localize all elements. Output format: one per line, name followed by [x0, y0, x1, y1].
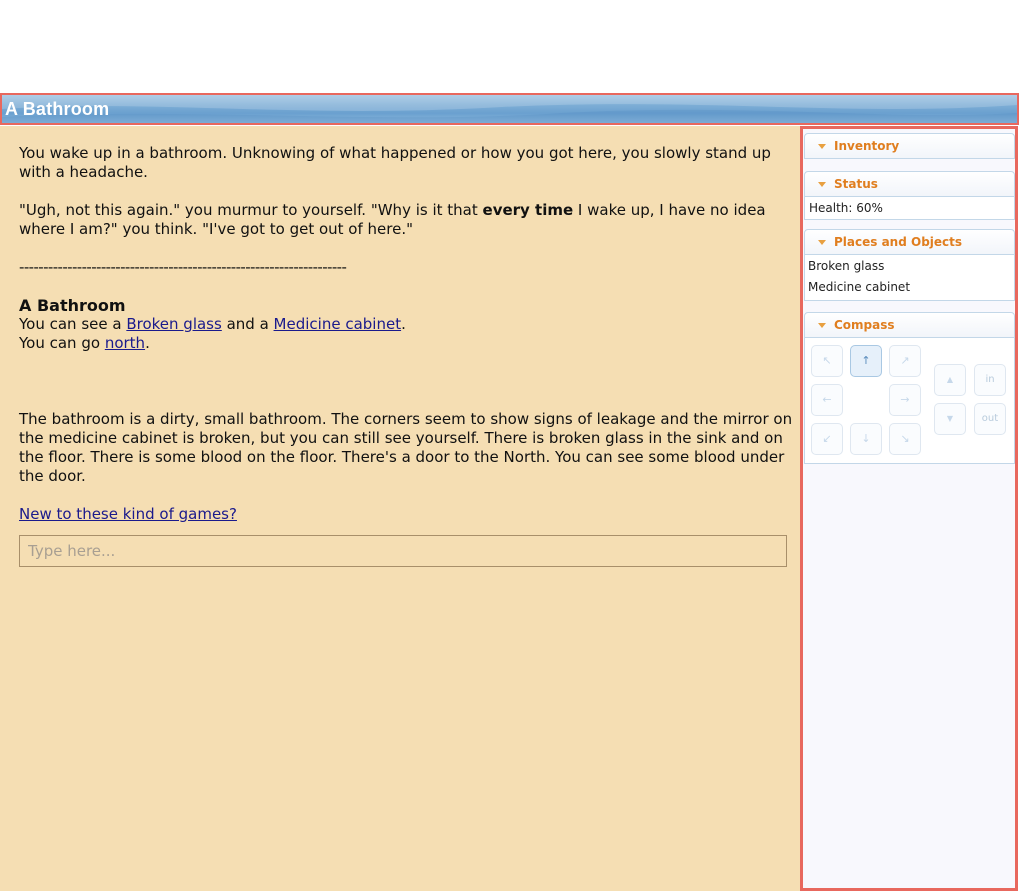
- go-suffix: .: [145, 334, 150, 352]
- compass-body: ↖ ↑ ↗ ← → ↙ ↓ ↘ ▲ in ▼ out: [804, 338, 1015, 464]
- east-arrow-icon[interactable]: →: [889, 384, 921, 416]
- collapse-triangle-icon: [818, 240, 826, 245]
- go-prefix: You can go: [19, 334, 105, 352]
- north-arrow-icon[interactable]: ↑: [850, 345, 882, 377]
- collapse-triangle-icon: [818, 182, 826, 187]
- command-input[interactable]: [19, 535, 787, 567]
- see-prefix: You can see a: [19, 315, 127, 333]
- thought-text-start: "Ugh, not this again." you murmur to you…: [19, 201, 483, 219]
- northwest-arrow-icon[interactable]: ↖: [811, 345, 843, 377]
- west-arrow-icon[interactable]: ←: [811, 384, 843, 416]
- compass-header[interactable]: Compass: [804, 312, 1015, 338]
- status-body: Health: 60%: [804, 197, 1015, 220]
- visible-objects-line: You can see a Broken glass and a Medicin…: [19, 315, 794, 334]
- broken-glass-link[interactable]: Broken glass: [126, 315, 221, 333]
- help-link[interactable]: New to these kind of games?: [19, 505, 237, 523]
- story-panel: You wake up in a bathroom. Unknowing of …: [0, 126, 800, 891]
- places-label: Places and Objects: [834, 235, 963, 249]
- down-arrow-icon[interactable]: ▼: [934, 403, 966, 435]
- page-title: A Bathroom: [5, 99, 110, 119]
- north-exit-link[interactable]: north: [105, 334, 145, 352]
- room-description: The bathroom is a dirty, small bathroom.…: [19, 410, 793, 485]
- thought-paragraph: "Ugh, not this again." you murmur to you…: [19, 201, 794, 239]
- status-label: Status: [834, 177, 878, 191]
- see-suffix: .: [401, 315, 406, 333]
- room-title: A Bathroom: [19, 296, 126, 315]
- panel-spacer: [803, 301, 1015, 312]
- room-block: A Bathroom You can see a Broken glass an…: [19, 296, 794, 353]
- status-header[interactable]: Status: [804, 171, 1015, 197]
- southeast-arrow-icon[interactable]: ↘: [889, 423, 921, 455]
- inventory-header[interactable]: Inventory: [804, 133, 1015, 159]
- sidebar: Inventory Status Health: 60% Places and …: [800, 126, 1018, 891]
- health-status: Health: 60%: [809, 201, 883, 215]
- compass-label: Compass: [834, 318, 895, 332]
- story-text: You wake up in a bathroom. Unknowing of …: [19, 144, 794, 543]
- see-middle: and a: [221, 315, 274, 333]
- collapse-triangle-icon: [818, 323, 826, 328]
- panel-spacer: [803, 220, 1015, 229]
- exits-line: You can go north.: [19, 334, 794, 353]
- up-arrow-icon[interactable]: ▲: [934, 364, 966, 396]
- help-paragraph: New to these kind of games?: [19, 505, 794, 524]
- southwest-arrow-icon[interactable]: ↙: [811, 423, 843, 455]
- inventory-label: Inventory: [834, 139, 900, 153]
- northeast-arrow-icon[interactable]: ↗: [889, 345, 921, 377]
- collapse-triangle-icon: [818, 144, 826, 149]
- list-item[interactable]: Broken glass: [805, 256, 1014, 277]
- title-bar-wave: [2, 95, 1017, 123]
- list-item[interactable]: Medicine cabinet: [805, 277, 1014, 298]
- separator-line: ----------------------------------------…: [19, 258, 347, 276]
- thought-emphasis: every time: [482, 201, 574, 219]
- out-button[interactable]: out: [974, 403, 1006, 435]
- south-arrow-icon[interactable]: ↓: [850, 423, 882, 455]
- panel-spacer: [803, 159, 1015, 171]
- places-header[interactable]: Places and Objects: [804, 229, 1015, 255]
- intro-paragraph: You wake up in a bathroom. Unknowing of …: [19, 144, 771, 181]
- title-bar: A Bathroom: [0, 93, 1019, 125]
- medicine-cabinet-link[interactable]: Medicine cabinet: [274, 315, 402, 333]
- places-body: Broken glass Medicine cabinet: [804, 255, 1015, 301]
- in-button[interactable]: in: [974, 364, 1006, 396]
